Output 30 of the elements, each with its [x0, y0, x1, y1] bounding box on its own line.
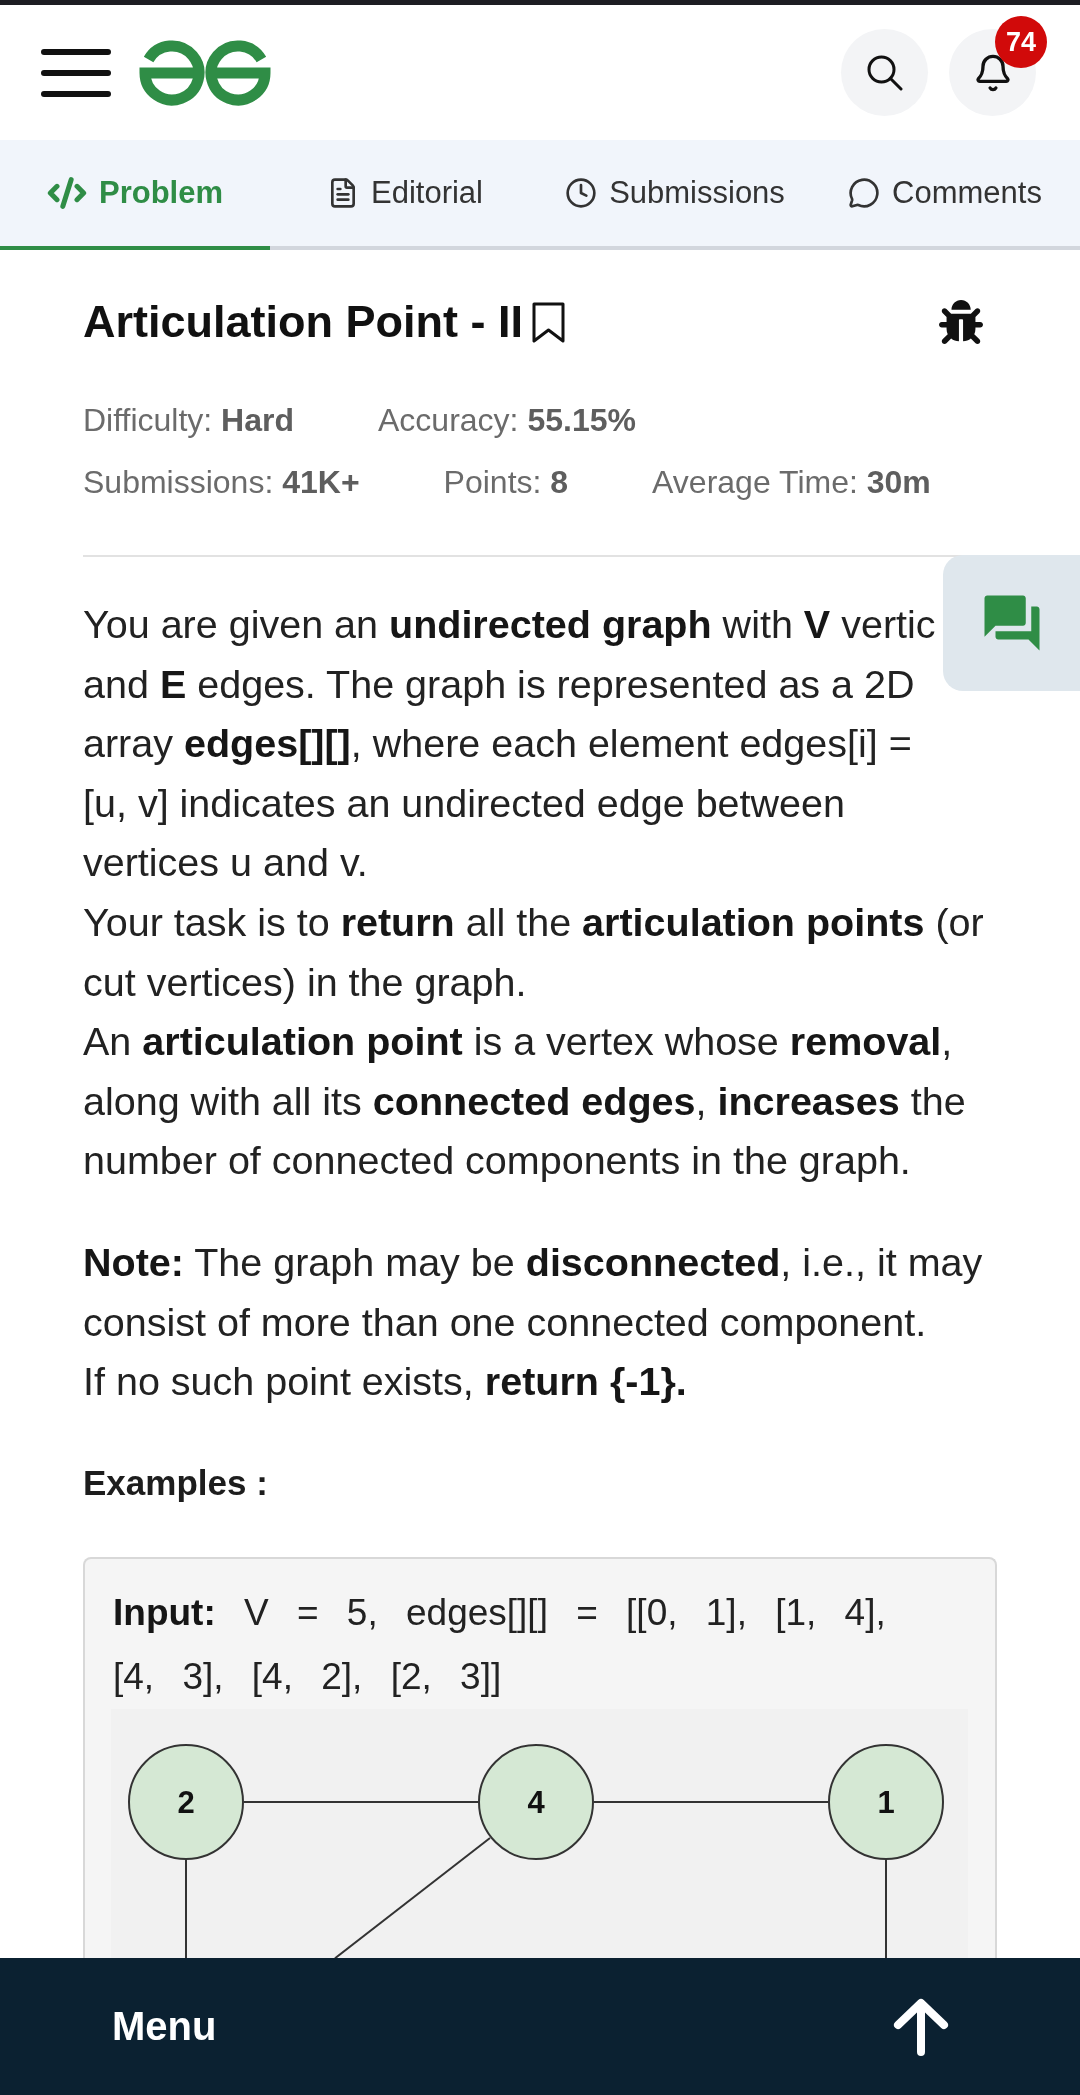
examples-heading: Examples : [83, 1461, 269, 1504]
menu-icon[interactable] [41, 48, 111, 97]
clock-icon [565, 177, 598, 209]
problem-stat: Accuracy: 55.15% [378, 401, 636, 440]
chat-button[interactable] [943, 555, 1080, 691]
problem-stat: Points: 8 [443, 463, 569, 502]
graph-node: 4 [478, 1743, 594, 1860]
bookmark-icon[interactable] [532, 301, 565, 343]
tab[interactable]: Comments [810, 140, 1080, 250]
description-paragraph: You are given an undirected graph with V vertic and E edges. The graph is represented as a 2D array edges[][], where each element edges[i] = [u, v] indicates an undirected edge between vertices u and v. [83, 601, 937, 887]
site-logo[interactable] [139, 39, 271, 106]
graph-node: 1 [828, 1743, 944, 1860]
problem-title: Articulation Point - II [83, 295, 523, 349]
description-paragraph: An articulation point is a vertex whose removal, along with all its connected edges, increases the number of connected components in the graph. [83, 1018, 967, 1185]
description-paragraph: Your task is to return all the articulation points (or cut vertices) in the graph. [83, 898, 985, 1006]
problem-stat: Average Time: 30m [652, 463, 931, 502]
menu-button[interactable]: Menu [112, 2004, 217, 2049]
notification-badge: 74 [995, 16, 1047, 68]
tab[interactable]: Editorial [270, 140, 540, 250]
problem-stat: Difficulty: Hard [83, 401, 294, 440]
example-input-text: Input: V = 5, edges[][] = [[0, 1], [1, 4], [4, 3], [4, 2], [2, 3]] [113, 1590, 887, 1699]
bug-icon[interactable] [939, 300, 983, 344]
search-icon [866, 54, 903, 91]
tab[interactable]: Problem [0, 140, 270, 250]
arrow-up-icon[interactable] [893, 1997, 949, 2056]
note-paragraph: Note: The graph may be disconnected, i.e., it may consist of more than one connected component. If no such point exists, return {-1}. [83, 1238, 984, 1406]
graph-node: 2 [128, 1743, 244, 1860]
problem-stat: Submissions: 41K+ [83, 463, 360, 502]
tab[interactable]: Submissions [540, 140, 810, 250]
speech-bubble-icon [848, 177, 881, 209]
